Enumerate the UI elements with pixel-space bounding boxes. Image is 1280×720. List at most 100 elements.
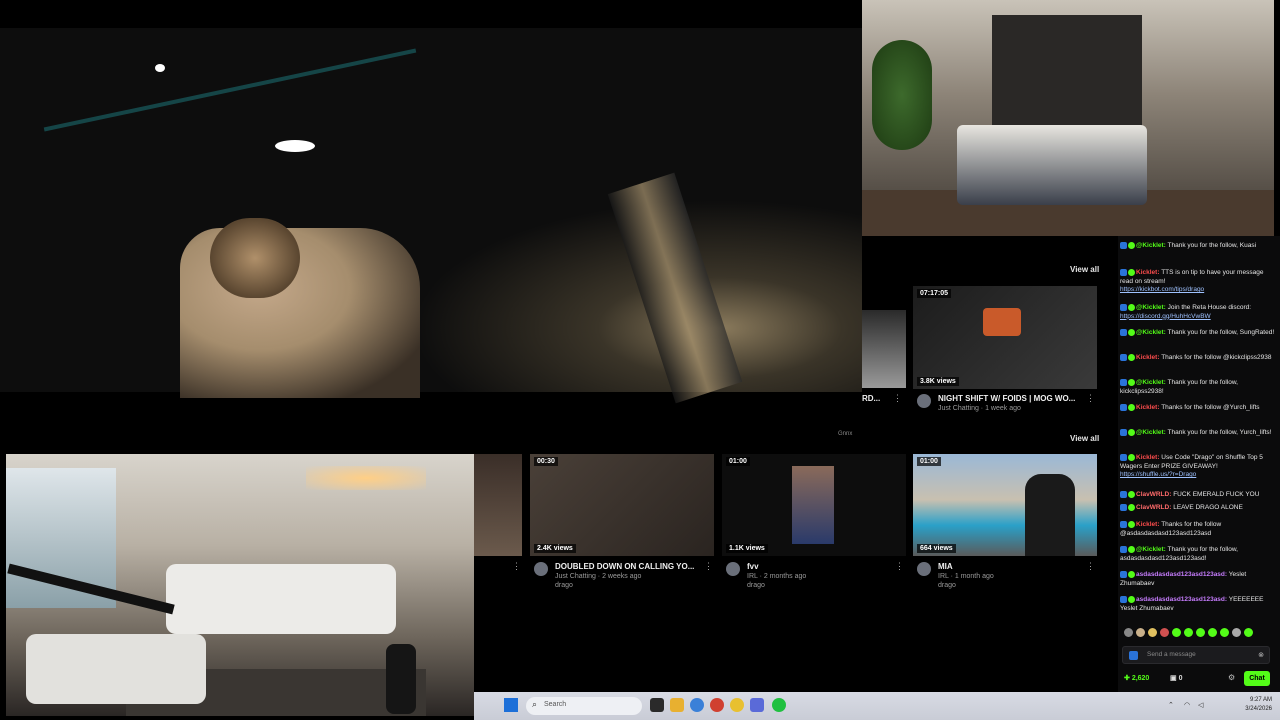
emote-icon[interactable] [1208, 628, 1217, 637]
emote-bar[interactable] [1124, 628, 1270, 640]
chat-message: @Kicklet: Join the Reta House discord: ht… [1120, 304, 1276, 321]
channel-name[interactable]: drago [555, 582, 573, 589]
chat-username[interactable]: @Kicklet: [1136, 429, 1166, 436]
views-badge: 664 views [917, 544, 956, 553]
video-title[interactable]: MIA [938, 562, 1078, 571]
emote-picker-icon[interactable] [1129, 651, 1138, 660]
task-view-icon[interactable] [650, 698, 664, 712]
emote-icon[interactable] [1196, 628, 1205, 637]
avatar[interactable] [534, 562, 548, 576]
chat-message: @Kicklet: Thank you for the follow, Yurc… [1120, 429, 1276, 438]
points-value: 2,620 [1131, 675, 1150, 682]
duration-badge: 00:30 [534, 457, 558, 466]
chat-username[interactable]: ClavWRLD: [1136, 491, 1171, 498]
chat-username[interactable]: asdasdasdasd123asd123asd: [1136, 596, 1227, 603]
emote-icon[interactable] [1124, 628, 1133, 637]
chat-input-placeholder: Send a message [1147, 651, 1196, 658]
chat-text: Thanks for the follow @kickclipss2938 [1161, 354, 1272, 362]
view-all-link[interactable]: View all [1070, 265, 1099, 274]
chevron-up-icon[interactable]: ⌃ [1168, 701, 1174, 709]
more-options-icon[interactable]: ⋮ [893, 393, 902, 404]
video-thumbnail-featured[interactable]: 07:17:05 3.8K views [913, 286, 1097, 389]
chat-username[interactable]: Kicklet: [1136, 269, 1159, 276]
taskbar-search[interactable]: ⌕ Search [526, 697, 642, 715]
verified-badge-icon [1128, 429, 1135, 436]
windows-taskbar: ⌕ Search ⌃ ◠ ◁ 9:27 AM 3/24/2026 [474, 692, 1280, 720]
video-thumbnail-partial[interactable] [474, 454, 522, 556]
browser-icon[interactable] [730, 698, 744, 712]
discord-icon[interactable] [750, 698, 764, 712]
avatar[interactable] [726, 562, 740, 576]
chat-panel: @Kicklet: Thank you for the follow, Kuas… [1118, 236, 1280, 692]
channel-name[interactable]: drago [938, 582, 956, 589]
webcam-bedroom [862, 0, 1274, 236]
chat-username[interactable]: @Kicklet: [1136, 379, 1166, 386]
light [275, 140, 315, 152]
emote-icon[interactable] [1172, 628, 1181, 637]
send-chat-button[interactable]: Chat [1244, 671, 1270, 686]
video-thumbnail[interactable] [862, 310, 906, 388]
emote-icon[interactable] [1148, 628, 1157, 637]
emote-icon[interactable] [1220, 628, 1229, 637]
main-video-player[interactable] [0, 0, 862, 450]
video-title[interactable]: DOUBLED DOWN ON CALLING YO... [555, 562, 695, 571]
chat-username[interactable]: @Kicklet: [1136, 329, 1166, 336]
channel-name[interactable]: drago [747, 582, 765, 589]
chat-username[interactable]: Kicklet: [1136, 404, 1159, 411]
avatar[interactable] [917, 394, 931, 408]
chat-username[interactable]: Kicklet: [1136, 354, 1159, 361]
clock-date: 3/24/2026 [1245, 706, 1272, 712]
emote-icon[interactable] [1232, 628, 1241, 637]
more-options-icon[interactable]: ⋮ [704, 561, 713, 572]
windows-start-icon[interactable] [504, 698, 518, 712]
emote-icon[interactable] [1244, 628, 1253, 637]
chrome-icon[interactable] [690, 698, 704, 712]
chat-message-input[interactable]: Send a message ⊗ [1122, 646, 1270, 664]
chat-username[interactable]: asdasdasdasd123asd123asd: [1136, 571, 1227, 578]
browser-icon[interactable] [710, 698, 724, 712]
video-title[interactable]: fvv [747, 562, 887, 571]
wifi-icon[interactable]: ◠ [1184, 701, 1190, 709]
video-title[interactable]: RD... [862, 394, 886, 403]
verified-badge-icon [1128, 521, 1135, 528]
verified-badge-icon [1128, 242, 1135, 249]
more-options-icon[interactable]: ⋮ [512, 561, 521, 572]
video-title[interactable]: NIGHT SHIFT W/ FOIDS | MOG WO... [938, 394, 1086, 403]
chat-username[interactable]: Kicklet: [1136, 521, 1159, 528]
file-explorer-icon[interactable] [670, 698, 684, 712]
emote-icon[interactable] [1160, 628, 1169, 637]
view-all-link[interactable]: View all [1070, 434, 1099, 443]
chat-username[interactable]: @Kicklet: [1136, 546, 1166, 553]
chat-text: FUCK EMERALD FUCK YOU [1173, 491, 1260, 499]
chat-username[interactable]: @Kicklet: [1136, 304, 1166, 311]
video-thumbnail[interactable]: 00:30 2.4K views [530, 454, 714, 556]
bot-badge-icon [1120, 269, 1127, 276]
volume-icon[interactable]: ◁ [1198, 701, 1203, 709]
channel-points[interactable]: ✚ 2,620 [1124, 674, 1149, 682]
chat-link[interactable]: https://shuffle.us/?r=Drago [1120, 471, 1196, 478]
spotify-icon[interactable] [772, 698, 786, 712]
roofline [43, 48, 417, 132]
chat-text: Thank you for the follow, Kuasi [1167, 242, 1257, 250]
video-thumbnail[interactable]: 01:00 664 views [913, 454, 1097, 556]
chat-text: Thank you for the follow, Yurch_lifts! [1167, 429, 1272, 437]
clear-icon[interactable]: ⊗ [1258, 651, 1264, 659]
chat-link[interactable]: https://discord.gg/HuhHcVwBW [1120, 313, 1211, 320]
chat-username[interactable]: ClavWRLD: [1136, 504, 1171, 511]
video-thumbnail[interactable]: 01:00 1.1K views [722, 454, 906, 556]
avatar[interactable] [917, 562, 931, 576]
bot-badge-icon [1120, 429, 1127, 436]
more-options-icon[interactable]: ⋮ [1086, 393, 1095, 404]
chat-username[interactable]: Kicklet: [1136, 454, 1159, 461]
search-icon: ⌕ [532, 699, 538, 709]
chat-username[interactable]: @Kicklet: [1136, 242, 1166, 249]
more-options-icon[interactable]: ⋮ [1086, 561, 1095, 572]
gear-icon[interactable]: ⚙ [1228, 673, 1235, 682]
more-options-icon[interactable]: ⋮ [895, 561, 904, 572]
light [155, 64, 165, 72]
bot-badge-icon [1120, 546, 1127, 553]
taskbar-clock[interactable]: 9:27 AM 3/24/2026 [1245, 696, 1272, 714]
emote-icon[interactable] [1184, 628, 1193, 637]
chat-link[interactable]: https://kickbot.com/tips/drago [1120, 286, 1204, 293]
emote-icon[interactable] [1136, 628, 1145, 637]
